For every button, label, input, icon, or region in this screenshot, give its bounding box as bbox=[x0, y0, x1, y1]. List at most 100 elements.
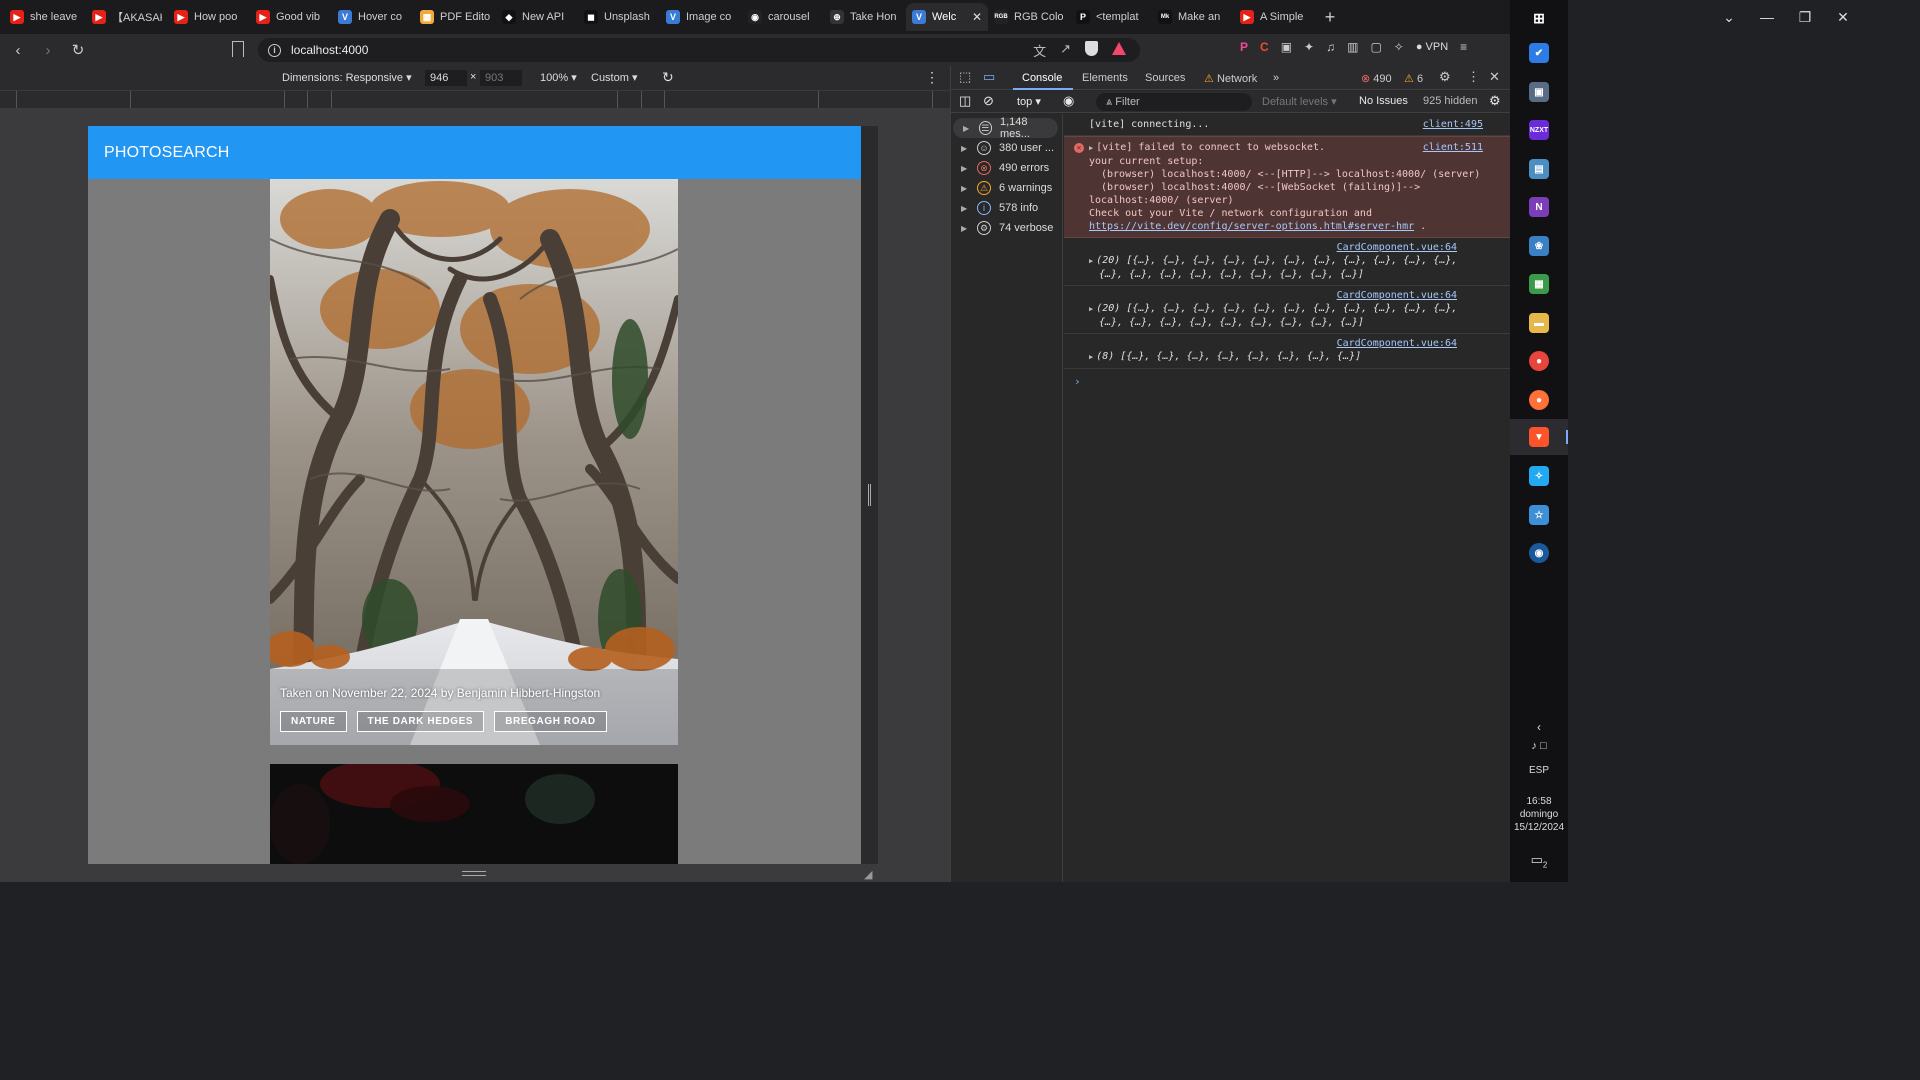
resize-handle-bottom[interactable] bbox=[462, 871, 486, 876]
sidebar-toggle-icon[interactable]: ◫ bbox=[959, 93, 971, 109]
extensions-puzzle-icon[interactable]: ✦ bbox=[1304, 40, 1314, 54]
expand-arrow-icon[interactable]: ▶ bbox=[961, 204, 973, 213]
browser-tab[interactable]: ◉ carousel bbox=[742, 3, 824, 31]
expand-arrow-icon[interactable]: ▶ bbox=[1089, 255, 1093, 268]
brave-app-icon[interactable]: ▼ bbox=[1529, 427, 1549, 447]
browser-tab[interactable]: Mk Make an bbox=[1152, 3, 1234, 31]
tab-elements[interactable]: Elements bbox=[1082, 72, 1128, 84]
storage-app-icon[interactable]: ▤ bbox=[1529, 159, 1549, 179]
restore-button[interactable]: ❐ bbox=[1786, 9, 1824, 26]
console-sidebar-item[interactable]: ▶ ⊗ 490 errors bbox=[951, 158, 1062, 178]
height-input[interactable]: 903 bbox=[480, 70, 522, 86]
reload-icon[interactable]: ↻ bbox=[66, 41, 90, 59]
onenote-app-icon[interactable]: N bbox=[1529, 197, 1549, 217]
brave-rewards-icon[interactable] bbox=[1112, 42, 1126, 55]
expand-arrow-icon[interactable]: ▶ bbox=[961, 224, 973, 233]
expand-arrow-icon[interactable]: ▶ bbox=[961, 144, 973, 153]
leo-ai-icon[interactable]: ✧ bbox=[1394, 40, 1404, 54]
browser-tab[interactable]: RGB RGB Colo bbox=[988, 3, 1070, 31]
zoom-dropdown[interactable]: 100% ▾ bbox=[540, 71, 577, 84]
devtools-menu-icon[interactable]: ⋮ bbox=[1467, 69, 1480, 85]
windows-start-icon[interactable]: ⊞ bbox=[1529, 8, 1549, 28]
vpn-button[interactable]: ● VPN bbox=[1416, 41, 1448, 53]
console-sidebar-item[interactable]: ▶ ⚙ 74 verbose bbox=[951, 218, 1062, 238]
log-levels-dropdown[interactable]: Default levels ▾ bbox=[1262, 95, 1337, 108]
console-settings-icon[interactable]: ⚙ bbox=[1489, 93, 1501, 109]
notifications-icon[interactable]: ▭2 bbox=[1510, 852, 1568, 870]
paint-app-icon[interactable]: ▣ bbox=[1529, 82, 1549, 102]
array-preview[interactable]: {…}, {…}, {…}, {…}, {…}, {…}, {…}, {…}, … bbox=[1089, 268, 1485, 281]
console-filter-input[interactable]: ⩓ Filter bbox=[1096, 93, 1252, 111]
array-preview[interactable]: {…}, {…}, {…}, {…}, {…}, {…}, {…}, {…}, … bbox=[1089, 316, 1485, 329]
browser-tab[interactable]: ▶ A Simple bbox=[1234, 3, 1316, 31]
file-explorer-icon[interactable]: ▬ bbox=[1529, 313, 1549, 333]
browser-tab[interactable]: ▶ she leave bbox=[4, 3, 86, 31]
error-counter[interactable]: ⊗ 490 bbox=[1361, 72, 1392, 85]
browser-tab[interactable]: ▶ Good vib bbox=[250, 3, 332, 31]
media-query-ruler[interactable] bbox=[0, 90, 950, 108]
expand-arrow-icon[interactable]: ▶ bbox=[1089, 351, 1093, 364]
vite-docs-link[interactable]: https://vite.dev/config/server-options.h… bbox=[1089, 221, 1414, 232]
console-sidebar-item[interactable]: ▶ ☰ 1,148 mes... bbox=[953, 116, 1058, 140]
rotate-icon[interactable]: ↻ bbox=[662, 69, 674, 86]
error-source-link[interactable]: client:511 bbox=[1423, 141, 1483, 154]
expand-arrow-icon[interactable]: ▶ bbox=[1089, 303, 1093, 316]
sheets-app-icon[interactable]: ▦ bbox=[1529, 274, 1549, 294]
expand-arrow-icon[interactable]: ▶ bbox=[963, 124, 975, 133]
console-sidebar-item[interactable]: ▶ ☺ 380 user ... bbox=[951, 138, 1062, 158]
device-toggle-icon[interactable]: ▭ bbox=[983, 69, 995, 85]
todo-app-icon[interactable]: ✔ bbox=[1529, 43, 1549, 63]
extension-c-icon[interactable]: C bbox=[1260, 40, 1269, 54]
browser-tab[interactable]: V Hover co bbox=[332, 3, 414, 31]
url-text[interactable]: localhost:4000 bbox=[291, 43, 368, 57]
new-tab-button[interactable]: + bbox=[1316, 7, 1344, 28]
expand-arrow-icon[interactable]: ▶ bbox=[1089, 142, 1093, 155]
settings-gear-icon[interactable]: ⚙ bbox=[1439, 69, 1451, 85]
more-options-icon[interactable]: ⋮ bbox=[925, 69, 939, 86]
nzxt-app-icon[interactable]: NZXT bbox=[1529, 120, 1549, 140]
more-tabs-icon[interactable]: » bbox=[1273, 72, 1279, 84]
minimize-button[interactable]: — bbox=[1748, 9, 1786, 25]
array-preview[interactable]: (20) [{…}, {…}, {…}, {…}, {…}, {…}, {…},… bbox=[1096, 303, 1457, 314]
clock-time[interactable]: 16:58 bbox=[1510, 796, 1568, 807]
log-source-link[interactable]: CardComponent.vue:64 bbox=[1089, 337, 1485, 350]
array-preview[interactable]: (20) [{…}, {…}, {…}, {…}, {…}, {…}, {…},… bbox=[1096, 255, 1457, 266]
vscode-app-icon[interactable]: ✧ bbox=[1529, 466, 1549, 486]
language-indicator[interactable]: ESP bbox=[1510, 765, 1568, 776]
log-source-link[interactable]: CardComponent.vue:64 bbox=[1089, 241, 1485, 254]
extension-p-icon[interactable]: P bbox=[1240, 40, 1248, 54]
chrome-app-icon[interactable]: ● bbox=[1529, 351, 1549, 371]
throttle-dropdown[interactable]: Custom ▾ bbox=[591, 71, 637, 84]
steam-app-icon[interactable]: ◉ bbox=[1529, 543, 1549, 563]
forward-icon[interactable]: › bbox=[36, 42, 60, 59]
tag-chip-bregagh-road[interactable]: BREGAGH ROAD bbox=[494, 711, 607, 732]
brave-shields-icon[interactable] bbox=[1085, 41, 1098, 56]
browser-tab[interactable]: ◆ New API bbox=[496, 3, 578, 31]
log-source-link[interactable]: CardComponent.vue:64 bbox=[1089, 289, 1485, 302]
godot-app-icon[interactable]: ☆ bbox=[1529, 505, 1549, 525]
share-icon[interactable]: ↗ bbox=[1060, 41, 1071, 60]
address-bar[interactable]: i localhost:4000 文 ↗ bbox=[258, 38, 1140, 62]
expand-arrow-icon[interactable]: ▶ bbox=[961, 164, 973, 173]
browser-tab[interactable]: V Welc ✕ bbox=[906, 3, 988, 31]
media-icon[interactable]: ♫ bbox=[1326, 40, 1335, 54]
site-info-icon[interactable]: i bbox=[268, 43, 281, 57]
close-devtools-icon[interactable]: ✕ bbox=[1489, 69, 1500, 85]
log-source-link[interactable]: client:495 bbox=[1423, 118, 1483, 131]
tab-console[interactable]: Console bbox=[1022, 72, 1062, 84]
back-icon[interactable]: ‹ bbox=[6, 42, 30, 59]
bookmark-icon[interactable] bbox=[232, 41, 244, 57]
console-sidebar-item[interactable]: ▶ i 578 info bbox=[951, 198, 1062, 218]
context-selector[interactable]: top ▾ bbox=[1017, 95, 1041, 108]
paint-palette-icon[interactable]: ❀ bbox=[1529, 236, 1549, 256]
browser-tab[interactable]: ◼ Unsplash bbox=[578, 3, 660, 31]
close-window-button[interactable]: ✕ bbox=[1824, 9, 1862, 26]
tab-sources[interactable]: Sources bbox=[1145, 72, 1185, 84]
expand-arrow-icon[interactable]: ▶ bbox=[961, 184, 973, 193]
browser-tab[interactable]: ▦ PDF Edito bbox=[414, 3, 496, 31]
browser-tab[interactable]: V Image co bbox=[660, 3, 742, 31]
browser-tab[interactable]: ▶ 【AKASAKI bbox=[86, 3, 168, 31]
volume-network-icons[interactable]: ♪ □ bbox=[1510, 740, 1568, 752]
translate-icon[interactable]: 文 bbox=[1033, 41, 1046, 60]
issues-button[interactable]: No Issues bbox=[1359, 95, 1408, 107]
